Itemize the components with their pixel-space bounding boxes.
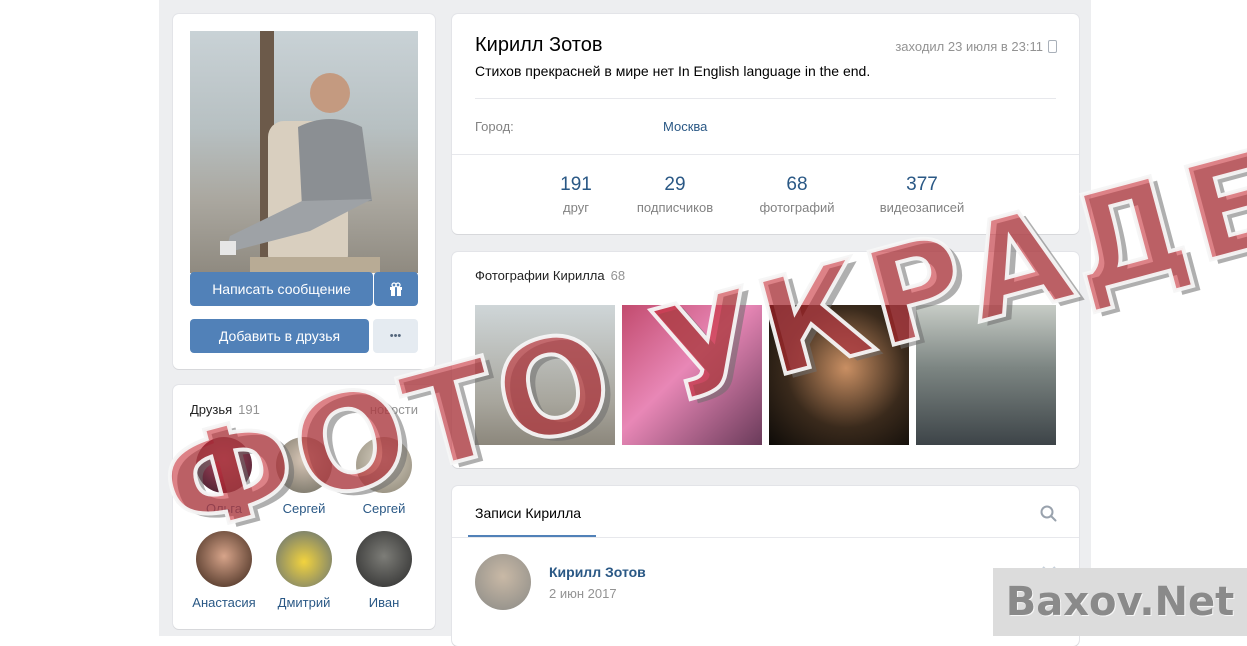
city-link[interactable]: Москва [663,119,707,134]
mobile-phone-icon [1048,40,1057,53]
search-icon[interactable] [1040,505,1057,522]
post-author-link[interactable]: Кирилл Зотов [549,564,646,580]
stat-number: 377 [906,174,938,195]
send-message-button[interactable]: Написать сообщение [190,272,373,306]
stat-label: подписчиков [636,200,714,215]
last-seen-text: заходил 23 июля в 23:11 [895,39,1043,54]
stat-photos[interactable]: 68 фотографий [737,174,857,215]
add-friend-label: Добавить в друзья [218,328,341,344]
wall-card: Записи Кирилла Кирилл Зотов 2 июн 2017 [452,486,1079,646]
gift-button[interactable] [374,272,418,306]
city-label: Город: [475,119,514,134]
divider [452,154,1079,155]
stat-number: 29 [664,174,686,195]
stat-label: фотографий [759,200,835,215]
divider [452,537,1079,538]
gift-icon [390,282,402,296]
friend-name: Анастасия [192,595,256,610]
post-author-avatar[interactable] [475,554,531,610]
add-friend-button[interactable]: Добавить в друзья [190,319,369,353]
profile-photo-art [220,31,380,273]
friend-item[interactable]: Иван [344,531,424,610]
photos-header[interactable]: Фотографии Кирилла 68 [475,268,625,283]
stat-number: 68 [786,174,808,195]
send-message-label: Написать сообщение [212,281,351,297]
profile-name: Кирилл Зотов [475,34,603,56]
profile-avatar-card: Написать сообщение Добавить в друзья ••• [173,14,435,369]
post-date[interactable]: 2 июн 2017 [549,586,617,601]
stat-followers[interactable]: 29 подписчиков [615,174,735,215]
more-actions-label: ••• [389,330,402,342]
tab-wall-posts[interactable]: Записи Кирилла [475,505,581,521]
profile-photo[interactable] [190,31,418,273]
friend-avatar [356,531,412,587]
divider [475,98,1056,99]
friend-name: Дмитрий [277,595,331,610]
profile-status[interactable]: Стихов прекрасней в мире нет In English … [475,63,870,79]
photos-count: 68 [610,268,626,283]
photos-title: Фотографии Кирилла [475,268,605,283]
site-watermark: Baxov.Net [993,568,1247,636]
friend-name: Иван [368,595,400,610]
